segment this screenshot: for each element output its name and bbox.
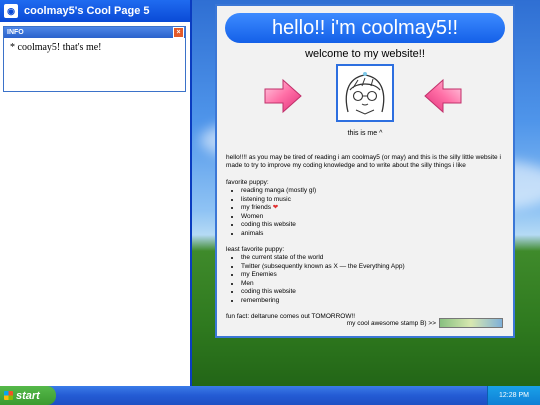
info-panel-text: * coolmay5! that's me! bbox=[10, 42, 102, 53]
clock[interactable]: 12:28 PM bbox=[499, 392, 529, 399]
info-panel-header: INFO × bbox=[4, 27, 185, 38]
intro-text: hello!!!! as you may be tired of reading… bbox=[226, 154, 501, 170]
info-panel-title: INFO bbox=[7, 29, 24, 36]
heart-icon: ❤ bbox=[272, 204, 279, 212]
list-item: Twitter (subsequently known as X — the E… bbox=[241, 263, 511, 271]
list-item: animals bbox=[241, 230, 511, 238]
least-favorites-list: the current state of the world Twitter (… bbox=[226, 254, 511, 305]
list-item-text: my friends bbox=[241, 204, 271, 212]
list-item: listening to music bbox=[241, 196, 511, 204]
left-window-title: coolmay5's Cool Page 5 bbox=[24, 5, 150, 17]
list-item: Women bbox=[241, 213, 511, 221]
avatar-caption: this is me ^ bbox=[347, 130, 383, 137]
arrow-right-icon bbox=[264, 78, 302, 114]
close-icon[interactable]: × bbox=[173, 27, 184, 38]
list-item: coding this website bbox=[241, 288, 511, 296]
main-window: hello!! i'm coolmay5!! welcome to my web… bbox=[215, 4, 515, 338]
least-favorites-heading: least favorite puppy: bbox=[226, 245, 285, 253]
stamp-label: my cool awesome stamp B) >> bbox=[346, 319, 436, 327]
stamp-image[interactable] bbox=[439, 318, 503, 328]
start-button[interactable]: start bbox=[0, 386, 56, 405]
page-content: hello!!!! as you may be tired of reading… bbox=[226, 154, 511, 329]
avatar-drawing bbox=[338, 66, 392, 120]
welcome-subtitle: welcome to my website!! bbox=[305, 48, 425, 60]
app-icon: ◉ bbox=[4, 4, 18, 18]
list-item: reading manga (mostly gl) bbox=[241, 187, 511, 195]
page-title: hello!! i'm coolmay5!! bbox=[225, 13, 505, 43]
avatar bbox=[336, 64, 394, 122]
info-panel: INFO × * coolmay5! that's me! bbox=[3, 26, 186, 92]
favorites-list: reading manga (mostly gl) listening to m… bbox=[226, 187, 511, 238]
list-item: the current state of the world bbox=[241, 254, 511, 262]
left-window: ◉ coolmay5's Cool Page 5 INFO × * coolma… bbox=[0, 0, 192, 386]
list-item: Men bbox=[241, 280, 511, 288]
list-item: coding this website bbox=[241, 221, 511, 229]
list-item: my friends ❤ bbox=[241, 204, 511, 212]
list-item: remembering bbox=[241, 297, 511, 305]
stamp-row: my cool awesome stamp B) >> bbox=[347, 318, 503, 328]
taskbar: start 12:28 PM bbox=[0, 386, 540, 405]
list-item: my Enemies bbox=[241, 271, 511, 279]
start-label: start bbox=[16, 389, 40, 402]
left-window-titlebar[interactable]: ◉ coolmay5's Cool Page 5 bbox=[0, 0, 190, 22]
arrow-left-icon bbox=[424, 78, 462, 114]
system-tray: 12:28 PM bbox=[487, 386, 540, 405]
favorites-heading: favorite puppy: bbox=[226, 178, 269, 186]
windows-logo-icon bbox=[4, 391, 13, 400]
